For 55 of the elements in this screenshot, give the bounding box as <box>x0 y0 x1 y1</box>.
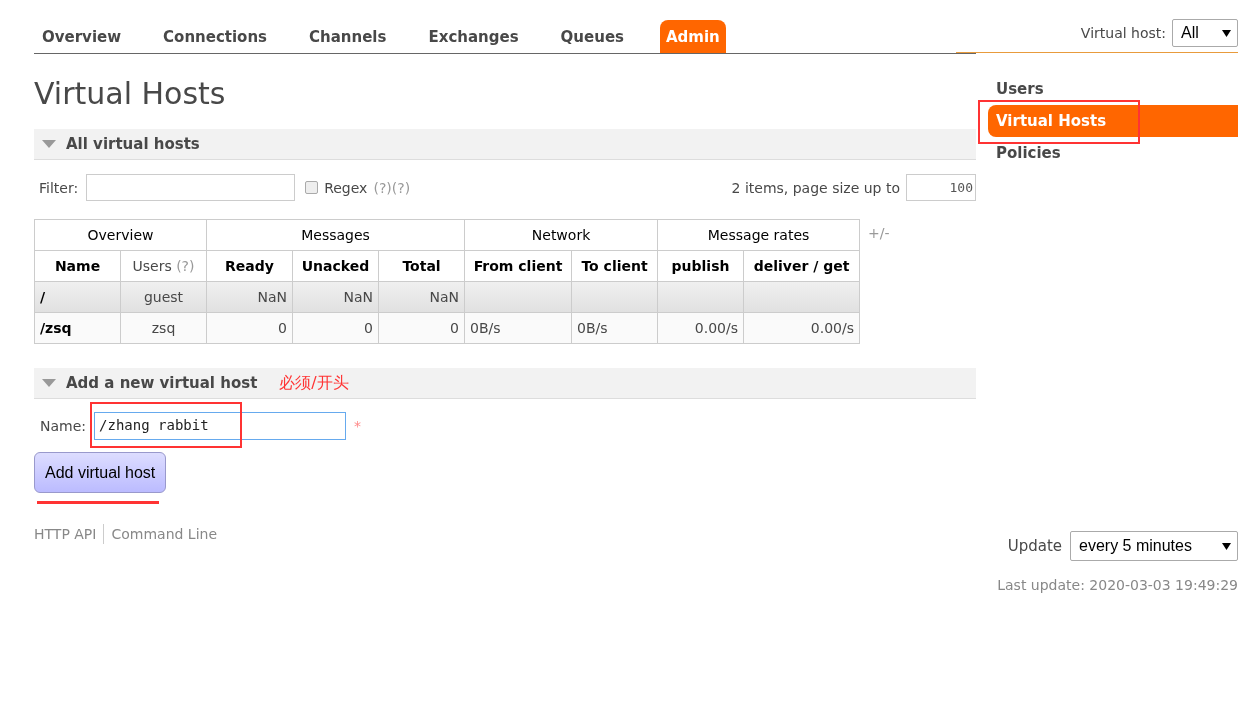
add-virtual-host-button[interactable]: Add virtual host <box>34 452 167 493</box>
column-group-header: Message rates <box>657 219 860 251</box>
virtual-host-select[interactable]: All <box>1172 19 1238 47</box>
page-title: Virtual Hosts <box>34 76 227 111</box>
name-field[interactable]: /zhang_rabbit <box>94 412 347 440</box>
virtual-host-label: Virtual host: <box>1080 25 1166 41</box>
table-row[interactable]: / guest NaN NaN NaN <box>34 281 860 313</box>
sidebar-item[interactable]: Users <box>988 73 1238 105</box>
update-select[interactable]: every 5 minutes <box>1070 531 1238 561</box>
footer-link[interactable]: Command Line <box>111 526 218 542</box>
footer-link[interactable]: HTTP API <box>34 526 97 542</box>
table-cell: guest <box>143 289 184 305</box>
filter-label: Filter: <box>39 179 79 196</box>
nav-tab[interactable]: Queues <box>554 20 630 53</box>
page-size-field[interactable]: 100 <box>906 174 976 201</box>
table-cell: 0 <box>364 320 373 336</box>
pagination-text: 2 items, page size up to <box>731 179 900 196</box>
annotation-text: 必须/开头 <box>279 372 349 394</box>
table-cell: 0 <box>278 320 287 336</box>
column-group-header: Overview <box>34 219 207 251</box>
table-cell: 0.00/s <box>694 320 739 336</box>
column-header[interactable]: Total <box>378 250 465 282</box>
column-header[interactable]: Unacked <box>292 250 379 282</box>
column-header[interactable]: From client <box>464 250 572 282</box>
column-header[interactable]: To client <box>571 250 658 282</box>
table-cell: 0.00/s <box>810 320 855 336</box>
table-cell: NaN <box>343 289 373 305</box>
section-header[interactable]: Add a new virtual host 必须/开头 <box>34 368 976 399</box>
table-cell: NaN <box>429 289 460 305</box>
name-label: Name: <box>40 418 87 434</box>
nav-tab[interactable]: Exchanges <box>422 20 525 53</box>
nav-tab[interactable]: Overview <box>36 20 128 53</box>
table-cell: 0B/s <box>577 320 608 336</box>
column-group-header: Messages <box>206 219 465 251</box>
section-header[interactable]: All virtual hosts <box>34 129 976 160</box>
column-header[interactable]: Name <box>34 250 121 282</box>
column-group-header: Network <box>464 219 658 251</box>
nav-tab[interactable]: Channels <box>303 20 393 53</box>
column-header[interactable]: publish <box>657 250 744 282</box>
column-header[interactable]: Users <box>132 258 172 274</box>
table-cell: zsq <box>151 320 176 336</box>
update-label: Update <box>1007 537 1062 555</box>
sidebar-item[interactable]: Policies <box>988 137 1238 169</box>
nav-tab[interactable]: Connections <box>157 20 274 53</box>
table-cell[interactable]: / <box>40 289 46 305</box>
table-cell[interactable]: /zsq <box>40 320 72 336</box>
column-header[interactable]: Ready <box>206 250 293 282</box>
column-header[interactable]: deliver / get <box>743 250 860 282</box>
table-cell: 0B/s <box>470 320 501 336</box>
table-row[interactable]: /zsq zsq 0 0 0 0B/s 0B/s 0.00/s 0.00/s <box>34 312 860 344</box>
table-cell: 0 <box>450 320 460 336</box>
last-update-text: Last update: 2020-03-03 19:49:29 <box>996 577 1238 593</box>
required-mark: * <box>354 418 362 434</box>
table-cell: NaN <box>257 289 287 305</box>
regex-label: Regex <box>324 179 368 196</box>
